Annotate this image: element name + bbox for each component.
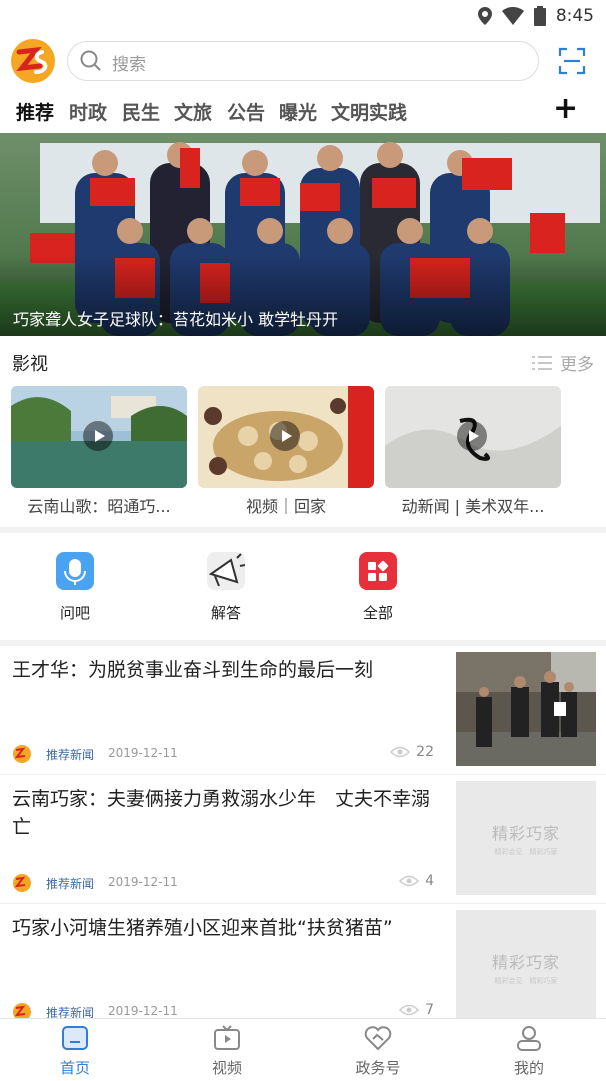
news-title: 云南巧家：夫妻俩接力勇救溺水少年 丈夫不幸溺亡 — [12, 788, 431, 838]
app-logo[interactable] — [10, 38, 56, 84]
hero-banner[interactable]: 巧家聋人女子足球队：苔花如米小 敢学牡丹开 — [0, 133, 606, 336]
nav-gov[interactable]: 政务号 — [328, 1025, 428, 1078]
search-bar[interactable]: 搜索 — [67, 41, 539, 81]
list-item[interactable]: 王才华：为脱贫事业奋斗到生命的最后一刻 推荐新闻 2019-12-11 22 — [0, 646, 606, 775]
list-icon — [532, 355, 552, 370]
news-view-count: 7 — [425, 1002, 434, 1018]
user-icon — [517, 1026, 541, 1051]
more-label: 更多 — [560, 355, 594, 375]
news-thumbnail — [456, 652, 596, 766]
bottom-nav: 首页 视频 政务号 我的 — [0, 1018, 606, 1081]
tv-icon — [214, 1025, 240, 1050]
placeholder-subtext: 精彩会见 精彩巧家 — [494, 976, 558, 985]
home-icon — [62, 1026, 88, 1050]
placeholder-subtext: 精彩会见 精彩巧家 — [494, 847, 558, 856]
news-views: 7 — [399, 1002, 434, 1018]
news-meta: 推荐新闻 2019-12-11 4 — [12, 873, 442, 893]
megaphone-icon — [207, 552, 246, 590]
section-divider — [0, 527, 606, 533]
search-icon — [80, 50, 101, 71]
func-ask[interactable]: 问吧 — [35, 552, 115, 623]
func-all[interactable]: 全部 — [338, 552, 418, 623]
search-placeholder: 搜索 — [112, 55, 146, 75]
nav-video-label: 视频 — [211, 1059, 242, 1077]
video-section-header: 影视 更多 — [0, 346, 606, 378]
func-answer[interactable]: 解答 — [186, 552, 266, 623]
tab-civilization-practice[interactable]: 文明实践 — [331, 98, 407, 125]
news-title: 王才华：为脱贫事业奋斗到生命的最后一刻 — [12, 659, 374, 681]
tab-culture-travel[interactable]: 文旅 — [174, 98, 212, 125]
news-date: 2019-12-11 — [108, 1004, 178, 1018]
tab-politics[interactable]: 时政 — [69, 98, 107, 125]
source-logo-icon — [13, 874, 31, 892]
tab-livelihood[interactable]: 民生 — [122, 98, 160, 125]
handshake-icon — [364, 1026, 392, 1051]
video-card[interactable] — [11, 386, 187, 488]
nav-profile[interactable]: 我的 — [479, 1025, 579, 1078]
func-ask-label: 问吧 — [59, 604, 90, 622]
news-thumbnail-placeholder: 精彩巧家 精彩会见 精彩巧家 — [456, 781, 596, 895]
eye-icon — [390, 746, 411, 758]
play-icon — [270, 421, 300, 451]
microphone-icon — [56, 552, 94, 590]
news-views: 22 — [390, 744, 434, 760]
nav-video[interactable]: 视频 — [177, 1025, 277, 1078]
tab-recommend[interactable]: 推荐 — [16, 98, 54, 125]
placeholder-text: 精彩巧家 — [491, 952, 560, 972]
nav-gov-label: 政务号 — [355, 1059, 401, 1077]
play-icon — [83, 421, 113, 451]
top-bar: 搜索 — [0, 34, 606, 90]
grid-icon — [359, 552, 397, 590]
video-card[interactable] — [385, 386, 561, 488]
news-source: 推荐新闻 — [46, 877, 95, 891]
tab-exposure[interactable]: 曝光 — [279, 98, 317, 125]
tab-announcement[interactable]: 公告 — [227, 98, 265, 125]
placeholder-text: 精彩巧家 — [491, 823, 560, 843]
video-section-title: 影视 — [12, 354, 48, 375]
status-time: 8:45 — [555, 6, 594, 26]
news-meta: 推荐新闻 2019-12-11 22 — [12, 744, 442, 764]
news-view-count: 22 — [416, 744, 434, 760]
news-views: 4 — [399, 873, 434, 889]
wifi-icon — [501, 7, 524, 25]
func-answer-label: 解答 — [210, 604, 241, 622]
status-bar: 8:45 — [0, 0, 606, 34]
location-icon — [477, 7, 492, 25]
hero-caption: 巧家聋人女子足球队：苔花如米小 敢学牡丹开 — [13, 310, 339, 329]
func-all-label: 全部 — [362, 604, 393, 622]
list-item[interactable]: 巧家小河塘生猪养殖小区迎来首批“扶贫猪苗” 推荐新闻 2019-12-11 7 … — [0, 904, 606, 1033]
news-thumbnail-placeholder: 精彩巧家 精彩会见 精彩巧家 — [456, 910, 596, 1024]
news-source: 推荐新闻 — [46, 748, 95, 762]
video-card[interactable] — [198, 386, 374, 488]
battery-icon — [533, 6, 546, 26]
news-view-count: 4 — [425, 873, 434, 889]
nav-home-label: 首页 — [59, 1059, 90, 1077]
category-tabs: 推荐 时政 民生 文旅 公告 曝光 文明实践 + — [0, 94, 606, 130]
video-caption[interactable]: 动新闻 | 美术双年... — [385, 493, 561, 517]
add-tab-icon[interactable]: + — [553, 94, 578, 124]
news-date: 2019-12-11 — [108, 875, 178, 889]
source-logo-icon — [13, 745, 31, 763]
news-title: 巧家小河塘生猪养殖小区迎来首批“扶贫猪苗” — [12, 917, 393, 939]
scan-icon[interactable] — [558, 47, 586, 75]
nav-home[interactable]: 首页 — [25, 1025, 125, 1078]
eye-icon — [399, 1004, 420, 1016]
eye-icon — [399, 875, 420, 887]
list-item[interactable]: 云南巧家：夫妻俩接力勇救溺水少年 丈夫不幸溺亡 推荐新闻 2019-12-11 … — [0, 775, 606, 904]
video-caption[interactable]: 云南山歌：昭通巧... — [11, 493, 187, 517]
news-date: 2019-12-11 — [108, 746, 178, 760]
nav-profile-label: 我的 — [513, 1059, 544, 1077]
video-caption[interactable]: 视频｜回家 — [198, 493, 374, 517]
play-icon — [457, 421, 487, 451]
more-button[interactable]: 更多 — [532, 350, 594, 375]
